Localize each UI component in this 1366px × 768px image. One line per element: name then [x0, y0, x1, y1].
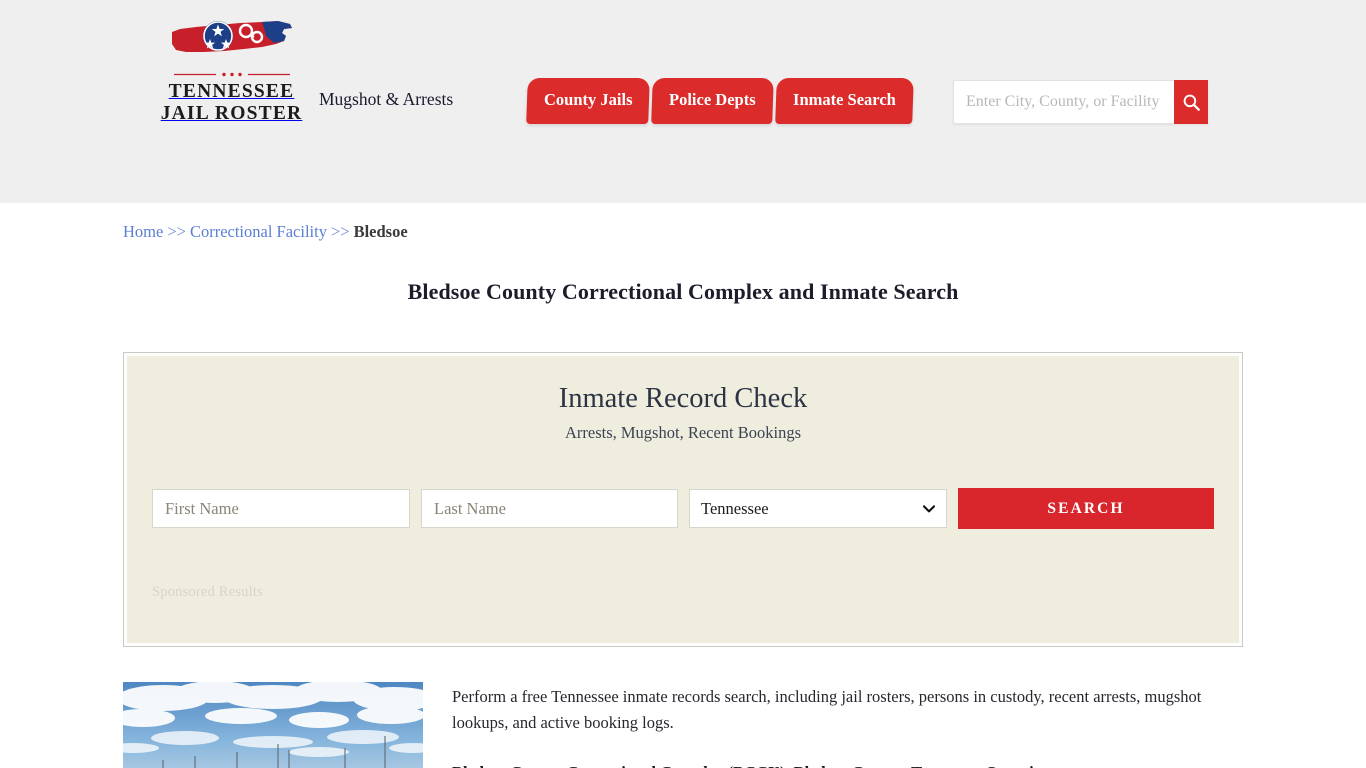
facility-article: Perform a free Tennessee inmate records … — [123, 682, 1243, 768]
breadcrumb: Home >> Correctional Facility >> Bledsoe — [123, 203, 1243, 242]
breadcrumb-item-home[interactable]: Home — [123, 222, 163, 241]
facility-article-body: Perform a free Tennessee inmate records … — [452, 682, 1243, 768]
header-search-button[interactable] — [1174, 80, 1208, 124]
search-icon — [1183, 94, 1200, 111]
nav-police-depts[interactable]: Police Depts — [651, 78, 774, 124]
facility-overview-heading: Bledsoe County Correctional Complex (BCC… — [452, 761, 1243, 768]
site-header: TENNESSEE JAIL ROSTER Mugshot & Arrests … — [0, 0, 1366, 203]
main-content: Home >> Correctional Facility >> Bledsoe Ble… — [123, 203, 1243, 768]
site-tagline: Mugshot & Arrests — [319, 89, 454, 109]
logo-text-line1: TENNESSEE — [168, 81, 295, 102]
breadcrumb-separator-1: >> — [167, 222, 186, 241]
nav-county-jails-label: County Jails — [544, 90, 633, 109]
logo-text-line2: JAIL ROSTER — [160, 102, 303, 124]
facility-photo-image — [123, 682, 423, 768]
inmate-search-form: TennesseeAlabamaGeorgiaKentuckyMississip… — [152, 488, 1214, 530]
nav-inmate-search[interactable]: Inmate Search — [775, 78, 914, 124]
inmate-search-submit-button[interactable]: SEARCH — [958, 488, 1214, 530]
main-navigation: County Jails Police Depts Inmate Search — [526, 78, 914, 124]
state-select[interactable]: TennesseeAlabamaGeorgiaKentuckyMississip… — [689, 489, 948, 529]
facility-photo — [123, 682, 423, 768]
first-name-input[interactable] — [152, 489, 411, 529]
nav-inmate-search-label: Inmate Search — [793, 90, 896, 109]
state-select-wrapper: TennesseeAlabamaGeorgiaKentuckyMississip… — [689, 489, 948, 529]
breadcrumb-item-correctional-facility[interactable]: Correctional Facility — [190, 222, 327, 241]
nav-county-jails[interactable]: County Jails — [526, 78, 651, 124]
inmate-record-check-panel: Inmate Record Check Arrests, Mugshot, Re… — [123, 352, 1243, 648]
sponsored-results-label: Sponsored Results — [152, 584, 263, 601]
header-search-input[interactable] — [953, 80, 1174, 124]
site-logo[interactable]: TENNESSEE JAIL ROSTER — [159, 16, 304, 125]
tennessee-state-outline-with-handcuffs-icon — [171, 21, 292, 52]
record-check-subtitle: Arrests, Mugshot, Recent Bookings — [564, 423, 802, 443]
breadcrumb-item-current: Bledsoe — [353, 222, 408, 241]
nav-police-depts-label: Police Depts — [669, 90, 757, 109]
facility-intro-paragraph: Perform a free Tennessee inmate records … — [452, 687, 1202, 732]
header-search-form — [953, 80, 1208, 124]
logo-divider-icon — [173, 72, 290, 77]
record-check-title: Inmate Record Check — [558, 383, 808, 415]
last-name-input[interactable] — [421, 489, 679, 529]
page-title: Bledsoe County Correctional Complex and … — [407, 279, 959, 304]
breadcrumb-separator-2: >> — [330, 222, 350, 241]
